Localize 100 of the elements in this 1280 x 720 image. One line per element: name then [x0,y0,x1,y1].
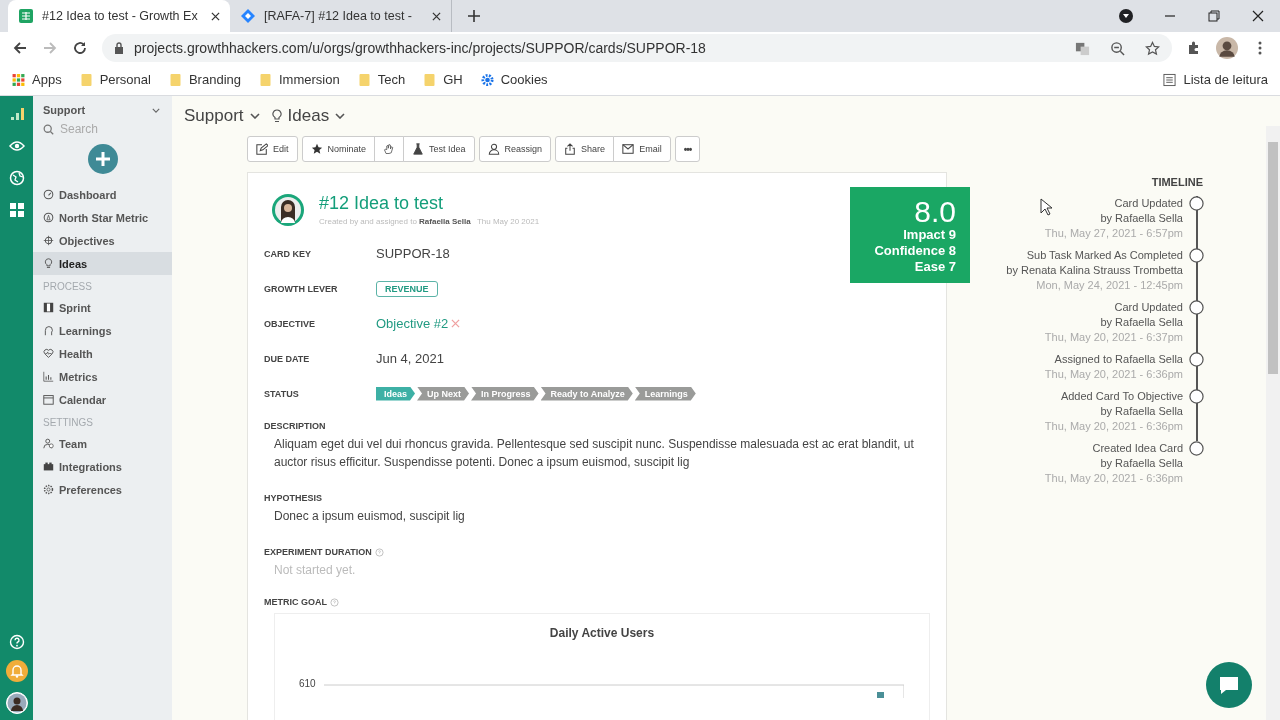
media-icon[interactable] [1118,8,1134,24]
nav-item[interactable]: North Star Metric [33,206,172,229]
bookmark[interactable]: Cookies [480,72,548,87]
project-dropdown[interactable]: Support [184,105,260,126]
applause-button[interactable] [374,136,405,162]
close-icon[interactable] [211,11,220,21]
lightbulb-icon [43,258,54,269]
timeline-node [1189,300,1204,315]
cursor-icon [1040,198,1052,216]
nav-item[interactable]: Dashboard [33,183,172,206]
nav-item[interactable]: Team [33,432,172,455]
bookmark[interactable]: Immersion [259,72,340,87]
bell-icon[interactable] [5,660,28,682]
bookmark[interactable]: Branding [168,72,241,87]
grid-icon[interactable] [8,202,25,218]
event-author: by Renata Kalina Strauss Trombetta [1006,263,1183,278]
search-icon [43,123,54,135]
lightbulb-icon [271,108,282,123]
eye-icon[interactable] [8,138,25,154]
event-time: Thu, May 20, 2021 - 6:37pm [1044,330,1183,345]
close-icon[interactable] [432,11,441,21]
section-heading: SETTINGS [42,416,94,430]
spreadsheet-icon [18,8,34,24]
nav-item[interactable]: Objectives [33,229,172,252]
field-label: GROWTH LEVER [264,283,339,294]
nav-item[interactable]: Calendar [33,388,172,411]
bookmark[interactable]: Personal [79,72,151,87]
clapping-icon [383,143,396,155]
avatar-icon[interactable] [1216,37,1238,59]
event-title: Assigned to Rafaella Sella [1053,352,1183,367]
diamond-icon [240,8,256,24]
hypothesis-text: Donec a ipsum euismod, suscipit lig [274,508,466,525]
score-total: 8.0 [913,197,956,227]
toolbar-button[interactable]: Email [613,136,671,162]
timeline-node [1189,248,1204,263]
restore-icon[interactable] [1206,8,1222,24]
event-time: Mon, May 24, 2021 - 12:45pm [1035,278,1183,293]
event-time: Thu, May 20, 2021 - 6:36pm [1044,471,1183,486]
edit-icon [256,143,268,155]
toolbar-button[interactable]: ••• [674,136,701,162]
nav-item[interactable]: Health [33,342,172,365]
nav-item[interactable]: Preferences [33,478,172,501]
scrollbar-thumb[interactable] [1268,142,1278,374]
field-label: CARD KEY [264,248,312,259]
bookmark[interactable]: Apps [12,72,62,87]
chat-button[interactable] [1206,662,1252,708]
event-title: Card Updated [1113,196,1183,211]
translate-icon[interactable] [1075,40,1090,56]
event-title: Added Card To Objective [1059,389,1183,404]
event-title: Sub Task Marked As Completed [1025,248,1183,263]
star-circle-icon [43,212,54,223]
field-label: METRIC GOAL [264,597,327,607]
nav-item[interactable]: Sprint [33,296,172,319]
toolbar-button[interactable]: Nominate [301,136,376,162]
toolbar-button[interactable]: Share [555,136,615,162]
toolbar-button[interactable]: Test Idea [403,136,475,162]
bookmark[interactable]: GH [423,72,463,87]
owner-link[interactable]: Rafaella Sella [419,217,471,226]
project-selector[interactable]: Support [33,104,172,116]
search-field[interactable]: Search [33,116,172,142]
field-value: Jun 4, 2021 [376,351,444,366]
toolbar-button[interactable]: Edit [247,136,298,162]
chart-icon [43,371,54,382]
address-bar[interactable]: projects.growthhackers.com/u/orgs/growthhackers-inc/projects/SUPPOR/cards/SUPPOR-18 [102,34,1172,62]
add-button[interactable] [87,144,118,174]
new-tab-icon[interactable] [468,10,480,22]
event-time: Thu, May 20, 2021 - 6:36pm [1044,367,1183,382]
reading-list[interactable]: Lista de leitura [1163,72,1268,87]
chart-title: Daily Active Users [548,626,656,640]
field-label: EXPERIMENT DURATION [264,547,372,557]
search-input[interactable]: Search [60,122,160,136]
people-icon [43,438,54,449]
toolbar-button[interactable]: Reassign [478,136,552,162]
chevron-icon [152,107,160,113]
avatar-icon[interactable] [5,692,28,714]
view-dropdown[interactable]: Ideas [271,105,346,126]
event-author: by Rafaella Sella [1099,315,1183,330]
score-line: Ease 7 [913,259,956,275]
zoom-out-icon[interactable] [1110,40,1125,56]
field-label: STATUS [264,388,300,399]
field-label: HYPOTHESIS [264,493,323,503]
folder-icon [79,72,93,87]
globe-icon[interactable] [8,170,25,186]
nav-item[interactable]: Integrations [33,455,172,478]
back-icon[interactable] [12,40,28,56]
close-icon[interactable] [1250,8,1266,24]
objective-link[interactable]: Objective #2 [376,316,449,331]
timeline-heading: TIMELINE [1151,176,1203,188]
nav-item[interactable]: Ideas [33,252,172,275]
axis-tick-label: 610 [299,678,316,689]
star-icon[interactable] [1145,40,1160,56]
bar-chart-icon[interactable] [8,106,25,122]
lock-icon [114,42,124,54]
person-icon [487,143,500,155]
reload-icon[interactable] [72,40,88,56]
browser-tab[interactable]: #12 Idea to test - Growth Ex [8,0,230,32]
nav-item[interactable]: Learnings [33,319,172,342]
nav-item[interactable]: Metrics [33,365,172,388]
bookmark[interactable]: Tech [357,72,406,87]
calendar-icon [43,394,54,405]
